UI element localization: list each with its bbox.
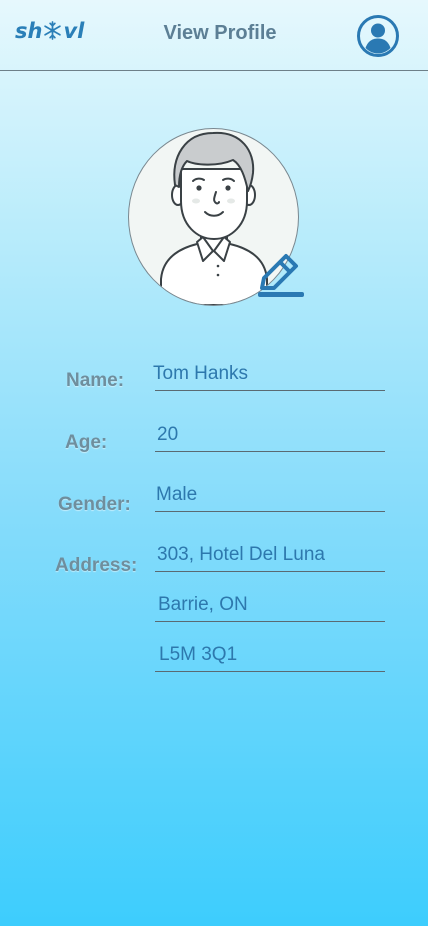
address-label: Address: bbox=[55, 555, 138, 576]
address-line2-field[interactable]: Barrie, ON bbox=[155, 592, 385, 622]
address-line1-field[interactable]: 303, Hotel Del Luna bbox=[155, 542, 385, 572]
gender-field[interactable]: Male bbox=[155, 482, 385, 512]
address-line3-field[interactable]: L5M 3Q1 bbox=[155, 642, 385, 672]
age-value: 20 bbox=[157, 424, 179, 445]
user-circle-icon[interactable] bbox=[356, 14, 400, 58]
gender-value: Male bbox=[156, 484, 198, 505]
app-header: sh vl View Profile bbox=[0, 0, 428, 71]
pencil-edit-icon[interactable] bbox=[256, 252, 308, 304]
gender-label: Gender: bbox=[58, 494, 131, 515]
address-line2-value: Barrie, ON bbox=[158, 594, 248, 615]
age-field[interactable]: 20 bbox=[155, 422, 385, 452]
name-value: Tom Hanks bbox=[153, 363, 249, 384]
age-label: Age: bbox=[65, 432, 108, 453]
address-line1-value: 303, Hotel Del Luna bbox=[157, 544, 325, 565]
name-label: Name: bbox=[66, 370, 125, 391]
address-line3-value: L5M 3Q1 bbox=[159, 644, 238, 665]
name-field[interactable]: Tom Hanks bbox=[153, 361, 385, 391]
